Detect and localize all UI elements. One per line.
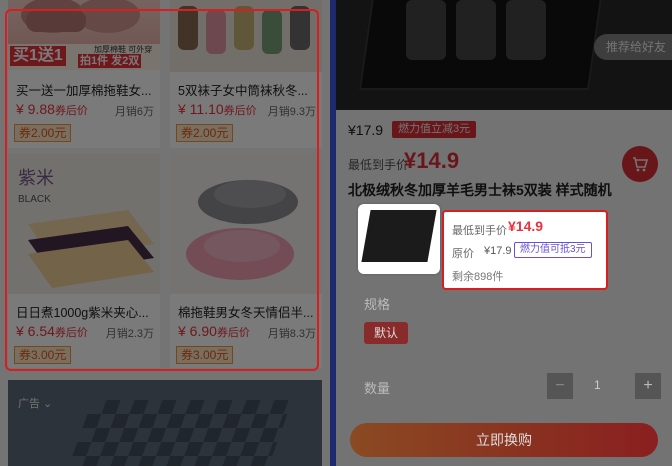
socks-illustration bbox=[178, 6, 310, 54]
subsidy-tag: 燃力值立减3元 bbox=[392, 121, 477, 138]
thumbnail-box-image bbox=[361, 210, 437, 262]
product-image-cotton-slippers bbox=[170, 154, 322, 294]
product-thumbnail bbox=[358, 204, 440, 274]
product-title: 买一送一加厚棉拖鞋女... bbox=[16, 84, 152, 98]
ad-background-pattern bbox=[63, 400, 293, 466]
monthly-sales: 月销8.3万 bbox=[267, 328, 316, 340]
product-price: ¥ 11.10券后价 bbox=[178, 101, 257, 118]
quantity-label: 数量 bbox=[364, 381, 391, 396]
product-title: 5双袜子女中筒袜秋冬... bbox=[178, 84, 308, 98]
product-image-purple-rice: 紫米 BLACK bbox=[8, 154, 160, 294]
monthly-sales: 月销6万 bbox=[114, 106, 154, 118]
product-card-socks[interactable]: 5双袜子女中筒袜秋冬... ¥ 11.10券后价 月销9.3万 券2.00元 bbox=[170, 0, 322, 148]
sock-image-3 bbox=[506, 0, 546, 60]
share-to-friend-button[interactable]: 推荐给好友 bbox=[594, 34, 672, 60]
product-hero-image: 推荐给好友 bbox=[336, 0, 672, 110]
coupon-badge: 券2.00元 bbox=[176, 124, 234, 142]
product-card-cotton-slippers[interactable]: 棉拖鞋男女冬天情侣半... ¥ 6.90券后价 月销8.3万 券3.00元 bbox=[170, 154, 322, 368]
product-card-slippers[interactable]: 买1送1 加厚棉鞋 可外穿 拍1件 发2双 买一送一加厚棉拖鞋女... ¥ 9.… bbox=[8, 0, 160, 148]
promo-banner-small-2: 拍1件 发2双 bbox=[78, 54, 142, 68]
lowest-price-value: ¥14.9 bbox=[404, 148, 460, 173]
coupon-badge: 券3.00元 bbox=[14, 346, 72, 364]
price-value: ¥ 9.88 bbox=[16, 101, 55, 117]
price-tag: 券后价 bbox=[54, 105, 88, 117]
product-price: ¥ 6.90券后价 bbox=[178, 323, 250, 340]
quantity-value: 1 bbox=[594, 378, 601, 392]
product-title: 北极绒秋冬加厚羊毛男士袜5双装 样式随机 bbox=[348, 182, 612, 198]
stock-remaining: 剩余898件 bbox=[452, 271, 504, 283]
cart-icon bbox=[633, 157, 649, 172]
left-product-feed: 买1送1 加厚棉鞋 可外穿 拍1件 发2双 买一送一加厚棉拖鞋女... ¥ 9.… bbox=[0, 0, 330, 466]
screenshot-stage: 买1送1 加厚棉鞋 可外穿 拍1件 发2双 买一送一加厚棉拖鞋女... ¥ 9.… bbox=[0, 0, 672, 466]
coupon-badge: 券2.00元 bbox=[14, 124, 72, 142]
quantity-minus-button[interactable]: − bbox=[547, 373, 573, 399]
price-value: ¥ 6.90 bbox=[178, 323, 217, 339]
sheet-original-label: 原价 bbox=[452, 248, 474, 260]
price-tag: 券后价 bbox=[223, 105, 257, 117]
discount-badge: 燃力值可抵3元 bbox=[514, 242, 592, 258]
image-text-purple-rice: 紫米 bbox=[18, 168, 54, 188]
price-value: ¥ 6.54 bbox=[16, 323, 55, 339]
price-value: ¥ 11.10 bbox=[178, 101, 224, 117]
product-title: 棉拖鞋男女冬天情侣半... bbox=[178, 306, 314, 320]
price-tag: 券后价 bbox=[216, 327, 250, 339]
product-card-purple-rice[interactable]: 紫米 BLACK 日日煮1000g紫米夹心... ¥ 6.54券后价 月销2.3… bbox=[8, 154, 160, 368]
sock-image-2 bbox=[456, 0, 496, 60]
exchange-now-button[interactable]: 立即换购 bbox=[350, 423, 658, 457]
right-product-detail: 推荐给好友 ¥17.9 燃力值立减3元 最低到手价 ¥14.9 北极绒秋冬加厚羊… bbox=[336, 0, 672, 466]
price-tag: 券后价 bbox=[54, 327, 88, 339]
chevron-down-icon: ⌄ bbox=[40, 398, 53, 410]
current-price: ¥17.9 bbox=[348, 122, 384, 138]
slippers-illustration bbox=[186, 180, 298, 280]
quantity-plus-button[interactable]: + bbox=[635, 373, 661, 399]
lowest-price-label: 最低到手价 bbox=[348, 158, 409, 172]
coupon-badge: 券3.00元 bbox=[176, 346, 234, 364]
spec-label: 规格 bbox=[364, 297, 391, 312]
sheet-lowest-label: 最低到手价 bbox=[452, 225, 507, 237]
promo-banner: 买1送1 加厚棉鞋 可外穿 拍1件 发2双 bbox=[8, 44, 160, 70]
monthly-sales: 月销9.3万 bbox=[267, 106, 316, 118]
sock-image-1 bbox=[406, 0, 446, 60]
sheet-lowest-price: ¥14.9 bbox=[508, 218, 544, 234]
product-title: 日日煮1000g紫米夹心... bbox=[16, 306, 149, 320]
product-image-socks bbox=[170, 0, 322, 72]
promo-banner-big: 买1送1 bbox=[10, 46, 66, 66]
ad-label[interactable]: 广告 ⌄ bbox=[18, 395, 52, 411]
image-text-black: BLACK bbox=[18, 194, 51, 205]
sheet-original-price: ¥17.9 bbox=[484, 245, 512, 257]
spec-option-default[interactable]: 默认 bbox=[364, 322, 409, 344]
product-price: ¥ 9.88券后价 bbox=[16, 101, 88, 118]
feed-background: 买1送1 加厚棉鞋 可外穿 拍1件 发2双 买一送一加厚棉拖鞋女... ¥ 9.… bbox=[0, 0, 330, 466]
cart-button[interactable] bbox=[622, 146, 658, 182]
ad-label-text: 广告 bbox=[18, 398, 40, 410]
product-price: ¥ 6.54券后价 bbox=[16, 323, 88, 340]
monthly-sales: 月销2.3万 bbox=[105, 328, 154, 340]
ad-banner[interactable]: 广告 ⌄ bbox=[8, 380, 322, 466]
